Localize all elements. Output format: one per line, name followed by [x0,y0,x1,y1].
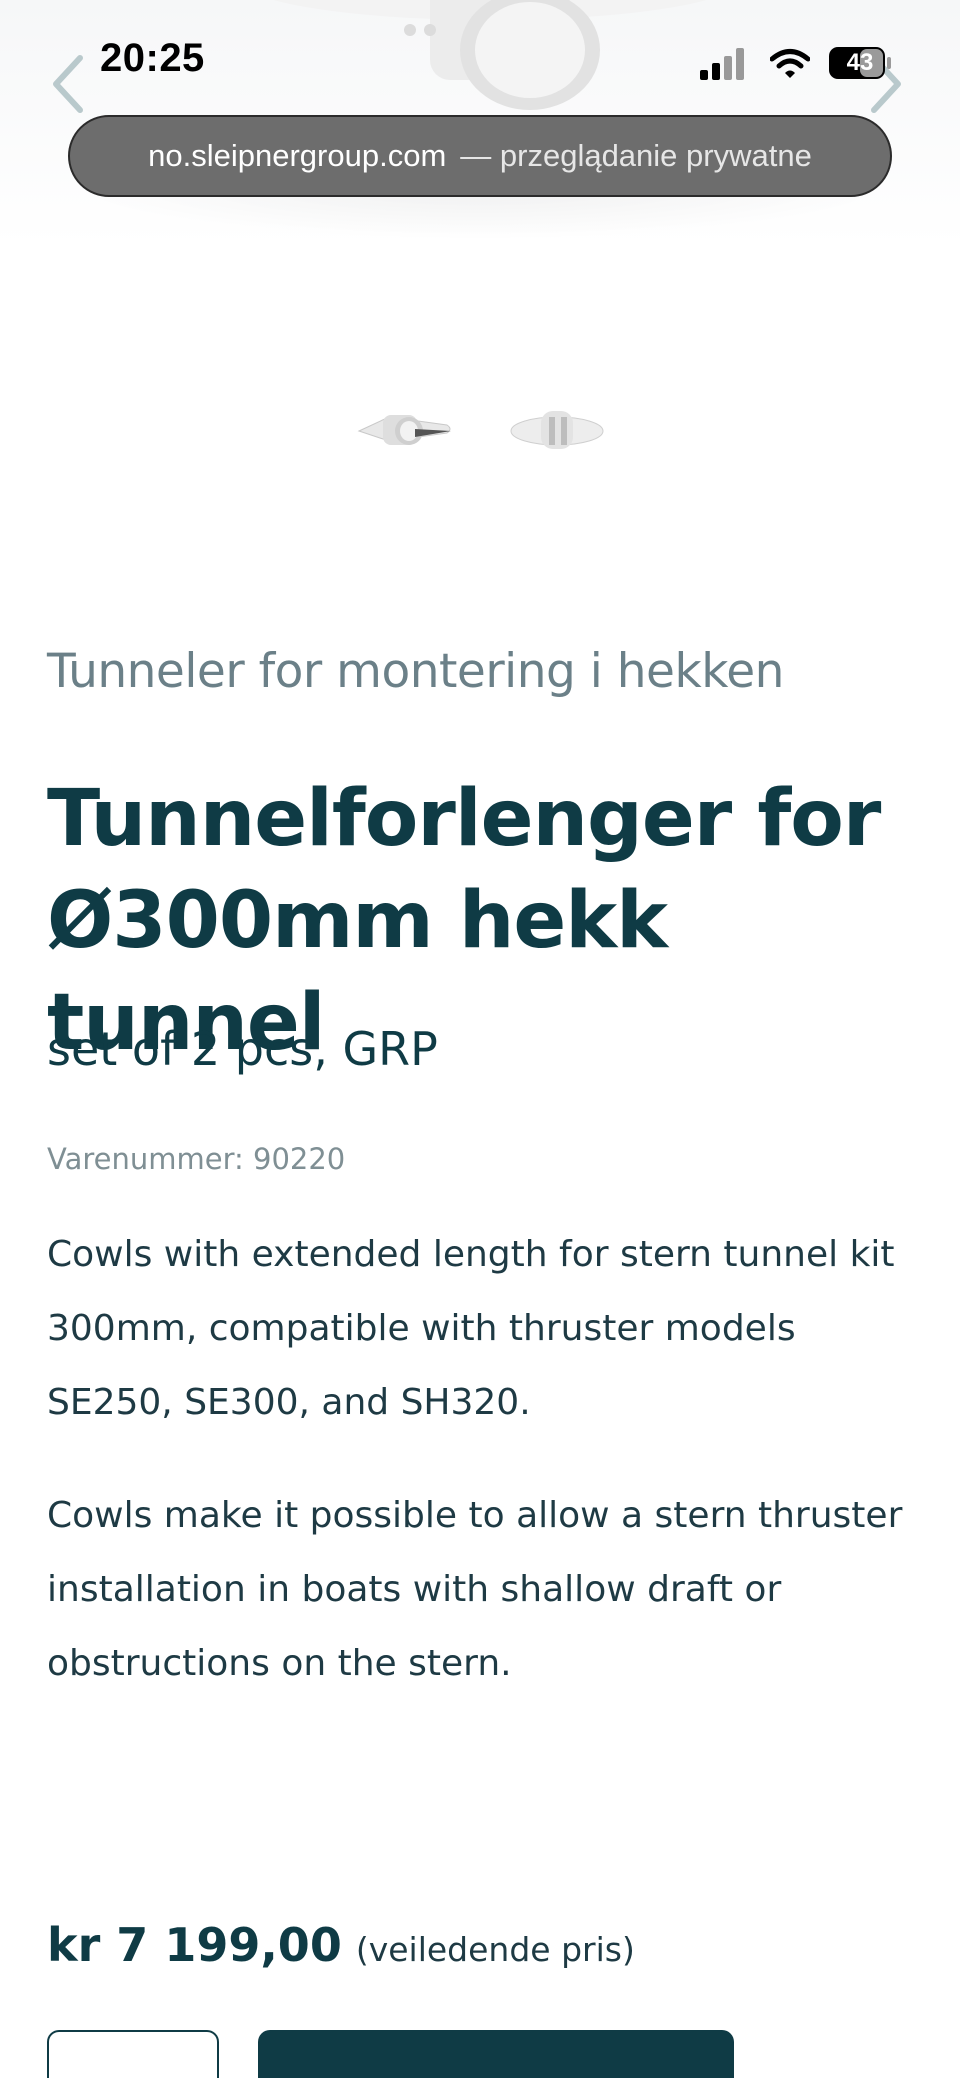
address-domain: no.sleipnergroup.com [148,138,447,173]
chevron-left-icon [53,55,83,113]
quantity-stepper[interactable] [47,2030,219,2078]
price-row: kr 7 199,00 (veiledende pris) [47,1918,635,1972]
private-browsing-label: — przeglądanie prywatne [460,138,812,173]
product-category[interactable]: Tunneler for montering i hekken [47,644,784,699]
address-bar[interactable]: no.sleipnergroup.com — przeglądanie pryw… [68,115,892,197]
cellular-signal-icon [700,48,744,80]
wifi-icon [770,49,810,78]
status-icons: 43 [700,44,900,84]
add-to-cart-button[interactable] [258,2030,734,2078]
battery-level: 43 [846,49,874,76]
thumbnail-1[interactable] [355,395,459,459]
thumbnail-2[interactable] [505,395,609,459]
product-price: kr 7 199,00 [47,1918,342,1972]
gallery-thumbnails [355,395,615,459]
status-time: 20:25 [100,36,205,80]
product-description-2: Cowls make it possible to allow a stern … [47,1495,903,1684]
battery-icon: 43 [828,46,892,80]
product-image [273,0,707,110]
gallery-prev-button[interactable] [48,52,88,116]
price-note: (veiledende pris) [355,1930,635,1969]
product-subtitle: set of 2 pcs, GRP [47,1022,438,1076]
product-sku: Varenummer: 90220 [47,1142,346,1176]
product-description-1: Cowls with extended length for stern tun… [47,1234,895,1423]
